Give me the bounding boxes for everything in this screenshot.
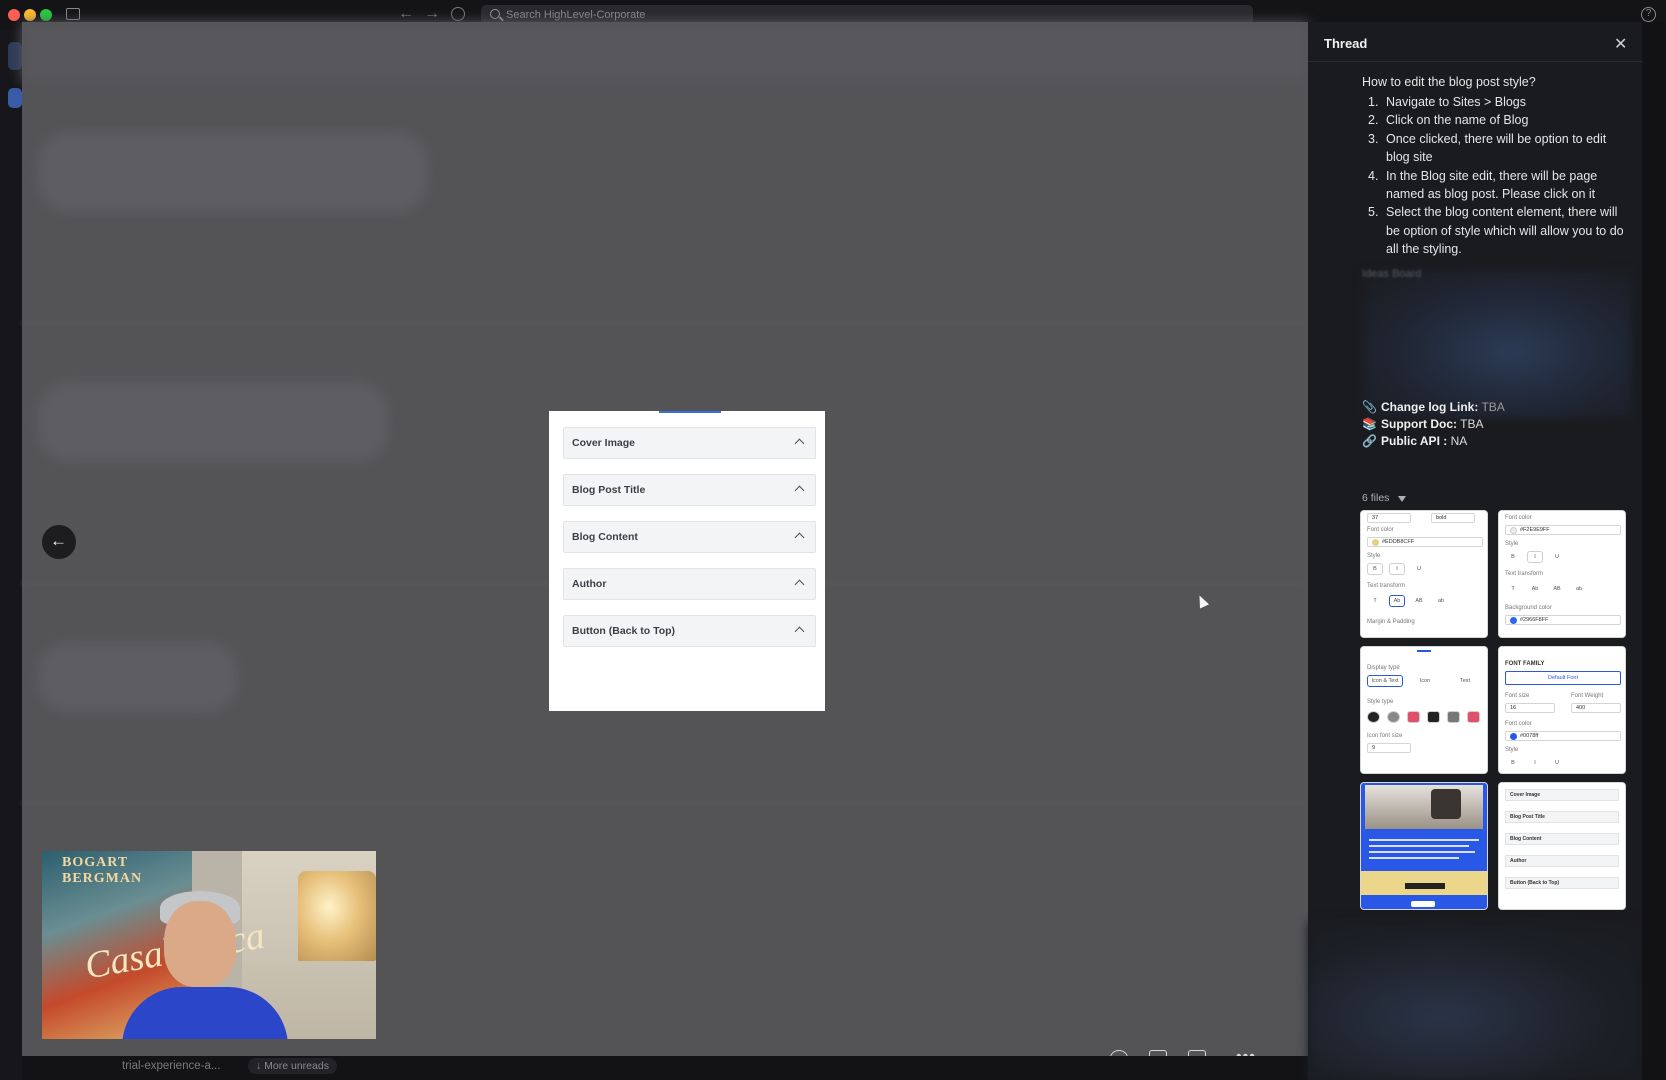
list-item: 3. Once clicked, there will be option to … [1368, 131, 1607, 165]
search-placeholder: Search HighLevel-Corporate [506, 9, 646, 21]
thread-panel: Thread ✕ How to edit the blog post style… [1308, 22, 1642, 1080]
blurred-content [38, 642, 238, 712]
blurred-divider [22, 802, 1308, 804]
blurred-content [38, 132, 428, 212]
lamp [298, 871, 376, 961]
person-face [164, 901, 236, 987]
file-thumbnail[interactable]: FONT FAMILY Default Font Font size Font … [1498, 646, 1626, 774]
accordion-cover-image[interactable]: Cover Image [563, 427, 816, 459]
chevron-up-icon [794, 579, 805, 590]
accordion-label: Cover Image [572, 437, 636, 449]
list-item: 2. Click on the name of Blog [1368, 113, 1529, 128]
books-icon: 📚 [1362, 417, 1377, 431]
arrow-left-icon: ← [50, 531, 67, 550]
accordion-blog-content[interactable]: Blog Content [563, 521, 816, 553]
file-thumbnail[interactable] [1360, 782, 1488, 910]
blurred-divider [22, 322, 1308, 324]
accordion-label: Blog Post Title [572, 484, 646, 496]
workspace-strip [0, 30, 22, 1080]
color-field: #2966F8FF [1505, 615, 1621, 625]
accordion-label: Button (Back to Top) [572, 625, 676, 637]
window-edge [1642, 22, 1666, 1080]
blurred-attachment [1362, 270, 1632, 418]
file-thumbnail[interactable]: Font color #F2E9E9FF Style B I U Text tr… [1498, 510, 1626, 638]
more-unreads-button[interactable]: ↓ More unreads [248, 1058, 337, 1074]
image-preview: Cover Image Blog Post Title Blog Content… [549, 411, 825, 711]
caret-down-icon[interactable] [1398, 496, 1406, 502]
video-call-thumbnail[interactable]: BOGART BERGMAN Casablanca [42, 851, 376, 1039]
accordion-author[interactable]: Author [563, 568, 816, 600]
chevron-up-icon [794, 532, 805, 543]
back-arrow-icon[interactable]: ← [398, 5, 414, 23]
files-count[interactable]: 6 files [1362, 492, 1389, 504]
file-thumbnail[interactable]: 37 bold Font color #EDDB8CFF Style B I U… [1360, 510, 1488, 638]
chevron-up-icon [794, 438, 805, 449]
changelog-line: 📎 Change log Link: TBA [1362, 400, 1505, 414]
list-item: 1. Navigate to Sites > Blogs [1368, 95, 1527, 109]
accordion-label: Blog Content [572, 531, 638, 543]
paperclip-icon: 📎 [1362, 400, 1377, 414]
history-icon[interactable] [451, 7, 465, 21]
workspace-icon[interactable] [8, 42, 22, 70]
color-field: #EDDB8CFF [1367, 537, 1483, 547]
link-icon: 🔗 [1362, 434, 1377, 448]
message-question: How to edit the blog post style? [1362, 75, 1536, 89]
accordion-label: Author [572, 578, 607, 590]
thread-header: Thread ✕ [1308, 22, 1642, 62]
channel-name[interactable]: trial-experience-a... [122, 1060, 220, 1072]
list-item: 5. Select the blog content element, there… [1368, 205, 1624, 257]
search-icon [490, 9, 500, 19]
color-field: #0078ff [1505, 731, 1621, 741]
close-icon[interactable]: ✕ [1614, 34, 1627, 54]
file-thumbnail[interactable]: Cover Image Blog Post Title Blog Content… [1498, 782, 1626, 910]
sidebar-toggle-icon[interactable] [66, 8, 80, 20]
zoom-window-button[interactable] [40, 9, 52, 21]
chevron-up-icon [794, 485, 805, 496]
help-icon[interactable]: ? [1641, 7, 1656, 22]
accordion-button-back-to-top[interactable]: Button (Back to Top) [563, 615, 816, 647]
accent-bar [659, 411, 721, 413]
poster-title: BOGART BERGMAN [62, 855, 143, 886]
minimize-window-button[interactable] [24, 9, 36, 21]
list-item: 4. In the Blog site edit, there will be p… [1368, 168, 1598, 202]
workspace-icon[interactable] [8, 88, 22, 108]
mouse-cursor-icon [1194, 593, 1210, 609]
steps-list: 1. Navigate to Sites > Blogs 2. Click on t… [1362, 93, 1632, 259]
thread-title: Thread [1324, 36, 1368, 51]
support-doc-line: 📚 Support Doc: TBA [1362, 417, 1484, 431]
public-api-line: 🔗 Public API : NA [1362, 434, 1468, 448]
close-window-button[interactable] [8, 9, 20, 21]
color-field: #F2E9E9FF [1505, 525, 1621, 535]
blurred-heading: Ideas Board [1362, 268, 1422, 280]
chevron-up-icon [794, 626, 805, 637]
accordion-blog-post-title[interactable]: Blog Post Title [563, 474, 816, 506]
blurred-replies [1308, 922, 1642, 1080]
blurred-content [38, 382, 388, 462]
channel-footer: trial-experience-a... ↓ More unreads [22, 1056, 1308, 1080]
blurred-header [22, 22, 1308, 82]
file-thumbnail[interactable]: Display type Icon & Text Icon Text Style… [1360, 646, 1488, 774]
forward-arrow-icon[interactable]: → [424, 5, 440, 23]
previous-image-button[interactable]: ← [42, 525, 76, 559]
